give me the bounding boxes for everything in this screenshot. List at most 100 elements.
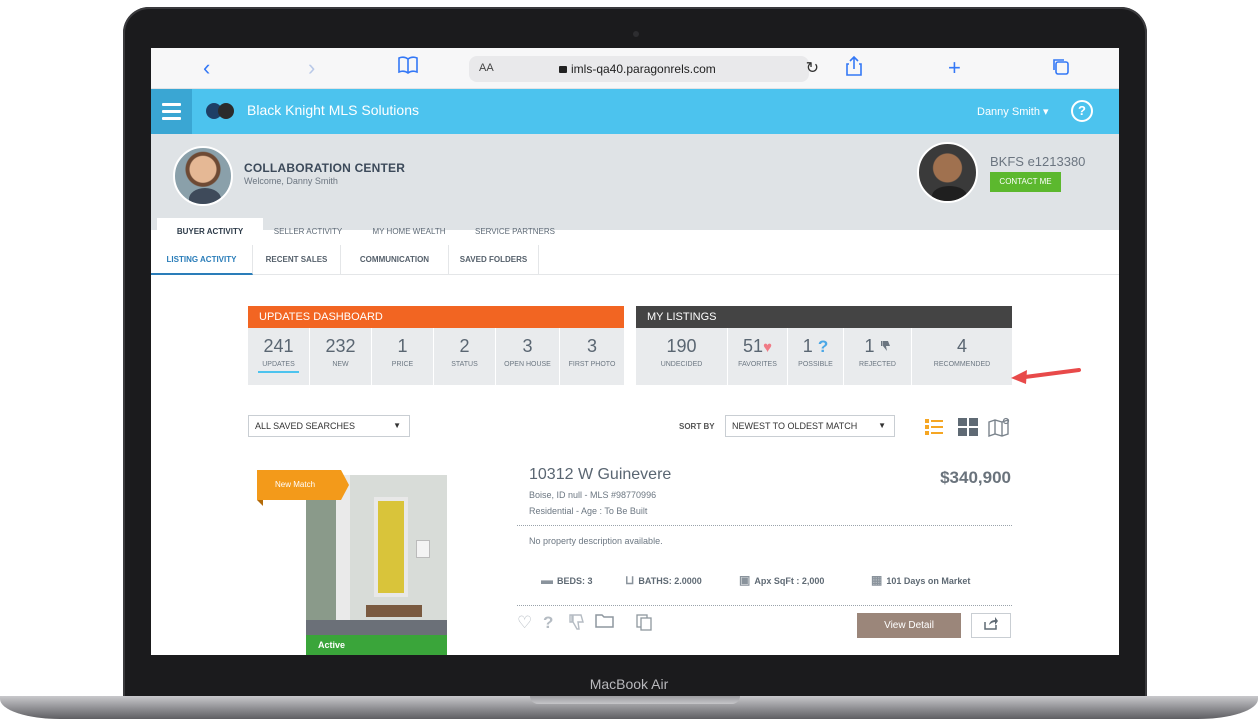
tab-saved-folders[interactable]: SAVED FOLDERS xyxy=(449,245,539,275)
tab-recent-sales[interactable]: RECENT SALES xyxy=(253,245,341,275)
divider xyxy=(517,605,1012,606)
hamburger-menu-button[interactable] xyxy=(151,89,192,134)
stat-new[interactable]: 232 NEW xyxy=(310,328,372,385)
saved-searches-select[interactable]: ALL SAVED SEARCHES ▼ xyxy=(248,415,410,437)
help-icon[interactable]: ? xyxy=(1071,100,1093,122)
tab-buyer-activity[interactable]: BUYER ACTIVITY xyxy=(157,218,263,245)
user-menu[interactable]: Danny Smith ▾ xyxy=(977,105,1049,118)
my-listings-title: MY LISTINGS xyxy=(636,306,1012,328)
stat-label: REJECTED xyxy=(859,361,896,368)
stat-label: STATUS xyxy=(451,361,478,368)
compare-icon[interactable] xyxy=(635,613,653,636)
heart-icon: ♥ xyxy=(763,339,772,356)
stat-value: 1 xyxy=(864,336,875,356)
stat-label: POSSIBLE xyxy=(798,361,833,368)
folder-icon[interactable] xyxy=(595,613,615,634)
share-listing-button[interactable] xyxy=(971,613,1011,638)
browser-toolbar: ‹ › AA imls-qa40.paragonrels.com ↻ + xyxy=(151,48,1119,89)
stat-value: 241 xyxy=(263,336,294,356)
primary-tabs: BUYER ACTIVITY SELLER ACTIVITY MY HOME W… xyxy=(151,218,1119,245)
contact-me-button[interactable]: CONTACT ME xyxy=(990,172,1061,192)
brand-name: Black Knight MLS Solutions xyxy=(247,102,419,118)
saved-searches-value: ALL SAVED SEARCHES xyxy=(255,421,356,431)
url-value: imls-qa40.paragonrels.com xyxy=(571,62,716,76)
share-arrow-icon xyxy=(983,617,999,633)
screenshot-stage: ‹ › AA imls-qa40.paragonrels.com ↻ + Bla… xyxy=(0,0,1258,719)
listing-location: Boise, ID null - MLS #98770996 xyxy=(529,490,657,500)
secondary-tabs: LISTING ACTIVITY RECENT SALES COMMUNICAT… xyxy=(151,245,1119,275)
stat-recommended[interactable]: 4 RECOMMENDED xyxy=(912,328,1012,385)
chevron-down-icon: ▼ xyxy=(393,421,401,430)
brand-logo xyxy=(206,103,236,119)
share-icon[interactable] xyxy=(845,55,863,82)
stat-undecided[interactable]: 190 UNDECIDED xyxy=(636,328,728,385)
welcome-text: Welcome, Danny Smith xyxy=(244,176,338,186)
sort-by-label: SORT BY xyxy=(679,422,715,431)
calendar-icon: ▦ xyxy=(871,573,883,587)
reject-thumbs-down-icon[interactable] xyxy=(569,613,585,636)
annotation-arrow-icon xyxy=(1011,368,1081,384)
tab-communication[interactable]: COMMUNICATION xyxy=(341,245,449,275)
new-match-ribbon: New Match xyxy=(257,470,349,506)
text-size-button[interactable]: AA xyxy=(479,62,494,74)
beds-value: BEDS: 3 xyxy=(557,576,593,586)
stat-value: 1 xyxy=(802,336,813,356)
my-listings: 190 UNDECIDED 51♥ FAVORITES 1 ? POSSIBLE… xyxy=(636,328,1012,385)
browser-screen: ‹ › AA imls-qa40.paragonrels.com ↻ + Bla… xyxy=(151,48,1119,655)
beds-feature: ▬ BEDS: 3 xyxy=(541,573,593,587)
forward-icon[interactable]: › xyxy=(308,56,315,80)
stat-rejected[interactable]: 1 REJECTED xyxy=(844,328,912,385)
stat-value: 190 xyxy=(666,336,697,356)
bed-icon: ▬ xyxy=(541,573,553,587)
address-bar[interactable]: AA imls-qa40.paragonrels.com ↻ xyxy=(469,56,819,82)
thumbs-down-icon xyxy=(880,341,891,355)
days-on-market-feature: ▦ 101 Days on Market xyxy=(871,573,970,587)
app-header-bar: Black Knight MLS Solutions Danny Smith ▾… xyxy=(151,89,1119,134)
sort-value: NEWEST TO OLDEST MATCH xyxy=(732,421,858,431)
url-text: imls-qa40.paragonrels.com xyxy=(559,62,716,76)
buyer-avatar xyxy=(173,146,233,206)
favorite-heart-icon[interactable]: ♡ xyxy=(517,613,532,633)
stat-label: RECOMMENDED xyxy=(933,361,991,368)
page-title: COLLABORATION CENTER xyxy=(244,161,406,175)
stat-open-house[interactable]: 3 OPEN HOUSE xyxy=(496,328,560,385)
listing-photo[interactable] xyxy=(306,475,447,655)
grid-view-icon[interactable] xyxy=(957,417,979,442)
listing-type: Residential - Age : To Be Built xyxy=(529,506,648,516)
dom-value: 101 Days on Market xyxy=(886,576,971,586)
stat-value: 1 xyxy=(397,336,408,356)
stat-value: 2 xyxy=(459,336,470,356)
updates-dashboard: 241 UPDATES 232 NEW 1 PRICE 2 STATUS 3 O… xyxy=(248,328,624,385)
list-view-icon[interactable] xyxy=(924,417,944,442)
sort-select[interactable]: NEWEST TO OLDEST MATCH ▼ xyxy=(725,415,895,437)
stat-value: 3 xyxy=(522,336,533,356)
stat-status[interactable]: 2 STATUS xyxy=(434,328,496,385)
tabs-overview-icon[interactable] xyxy=(1051,57,1071,82)
stat-updates[interactable]: 241 UPDATES xyxy=(248,328,310,385)
new-tab-icon[interactable]: + xyxy=(948,56,961,80)
sqft-feature: ▣ Apx SqFt : 2,000 xyxy=(739,573,824,587)
reload-icon[interactable]: ↻ xyxy=(806,58,819,78)
bath-icon: ⊔ xyxy=(625,573,635,587)
view-detail-button[interactable]: View Detail xyxy=(857,613,961,638)
listing-address[interactable]: 10312 W Guinevere xyxy=(529,466,671,484)
stat-favorites[interactable]: 51♥ FAVORITES xyxy=(728,328,788,385)
stat-price[interactable]: 1 PRICE xyxy=(372,328,434,385)
stat-first-photo[interactable]: 3 FIRST PHOTO xyxy=(560,328,624,385)
stat-possible[interactable]: 1 ? POSSIBLE xyxy=(788,328,844,385)
bookmarks-icon[interactable] xyxy=(397,55,419,80)
agent-id: BKFS e1213380 xyxy=(990,154,1086,169)
tab-service-partners[interactable]: SERVICE PARTNERS xyxy=(467,218,563,245)
tab-seller-activity[interactable]: SELLER ACTIVITY xyxy=(265,218,351,245)
updates-dashboard-title: UPDATES DASHBOARD xyxy=(248,306,624,328)
map-view-icon[interactable] xyxy=(987,417,1011,442)
collaboration-header: COLLABORATION CENTER Welcome, Danny Smit… xyxy=(151,134,1119,230)
tab-listing-activity[interactable]: LISTING ACTIVITY xyxy=(151,245,253,275)
sqft-value: Apx SqFt : 2,000 xyxy=(754,576,825,586)
back-icon[interactable]: ‹ xyxy=(203,56,210,80)
tab-my-home-wealth[interactable]: MY HOME WEALTH xyxy=(359,218,459,245)
stat-value: 4 xyxy=(956,336,967,356)
possible-question-icon[interactable]: ? xyxy=(543,613,553,633)
agent-avatar xyxy=(917,142,978,203)
baths-feature: ⊔ BATHS: 2.0000 xyxy=(625,573,702,587)
